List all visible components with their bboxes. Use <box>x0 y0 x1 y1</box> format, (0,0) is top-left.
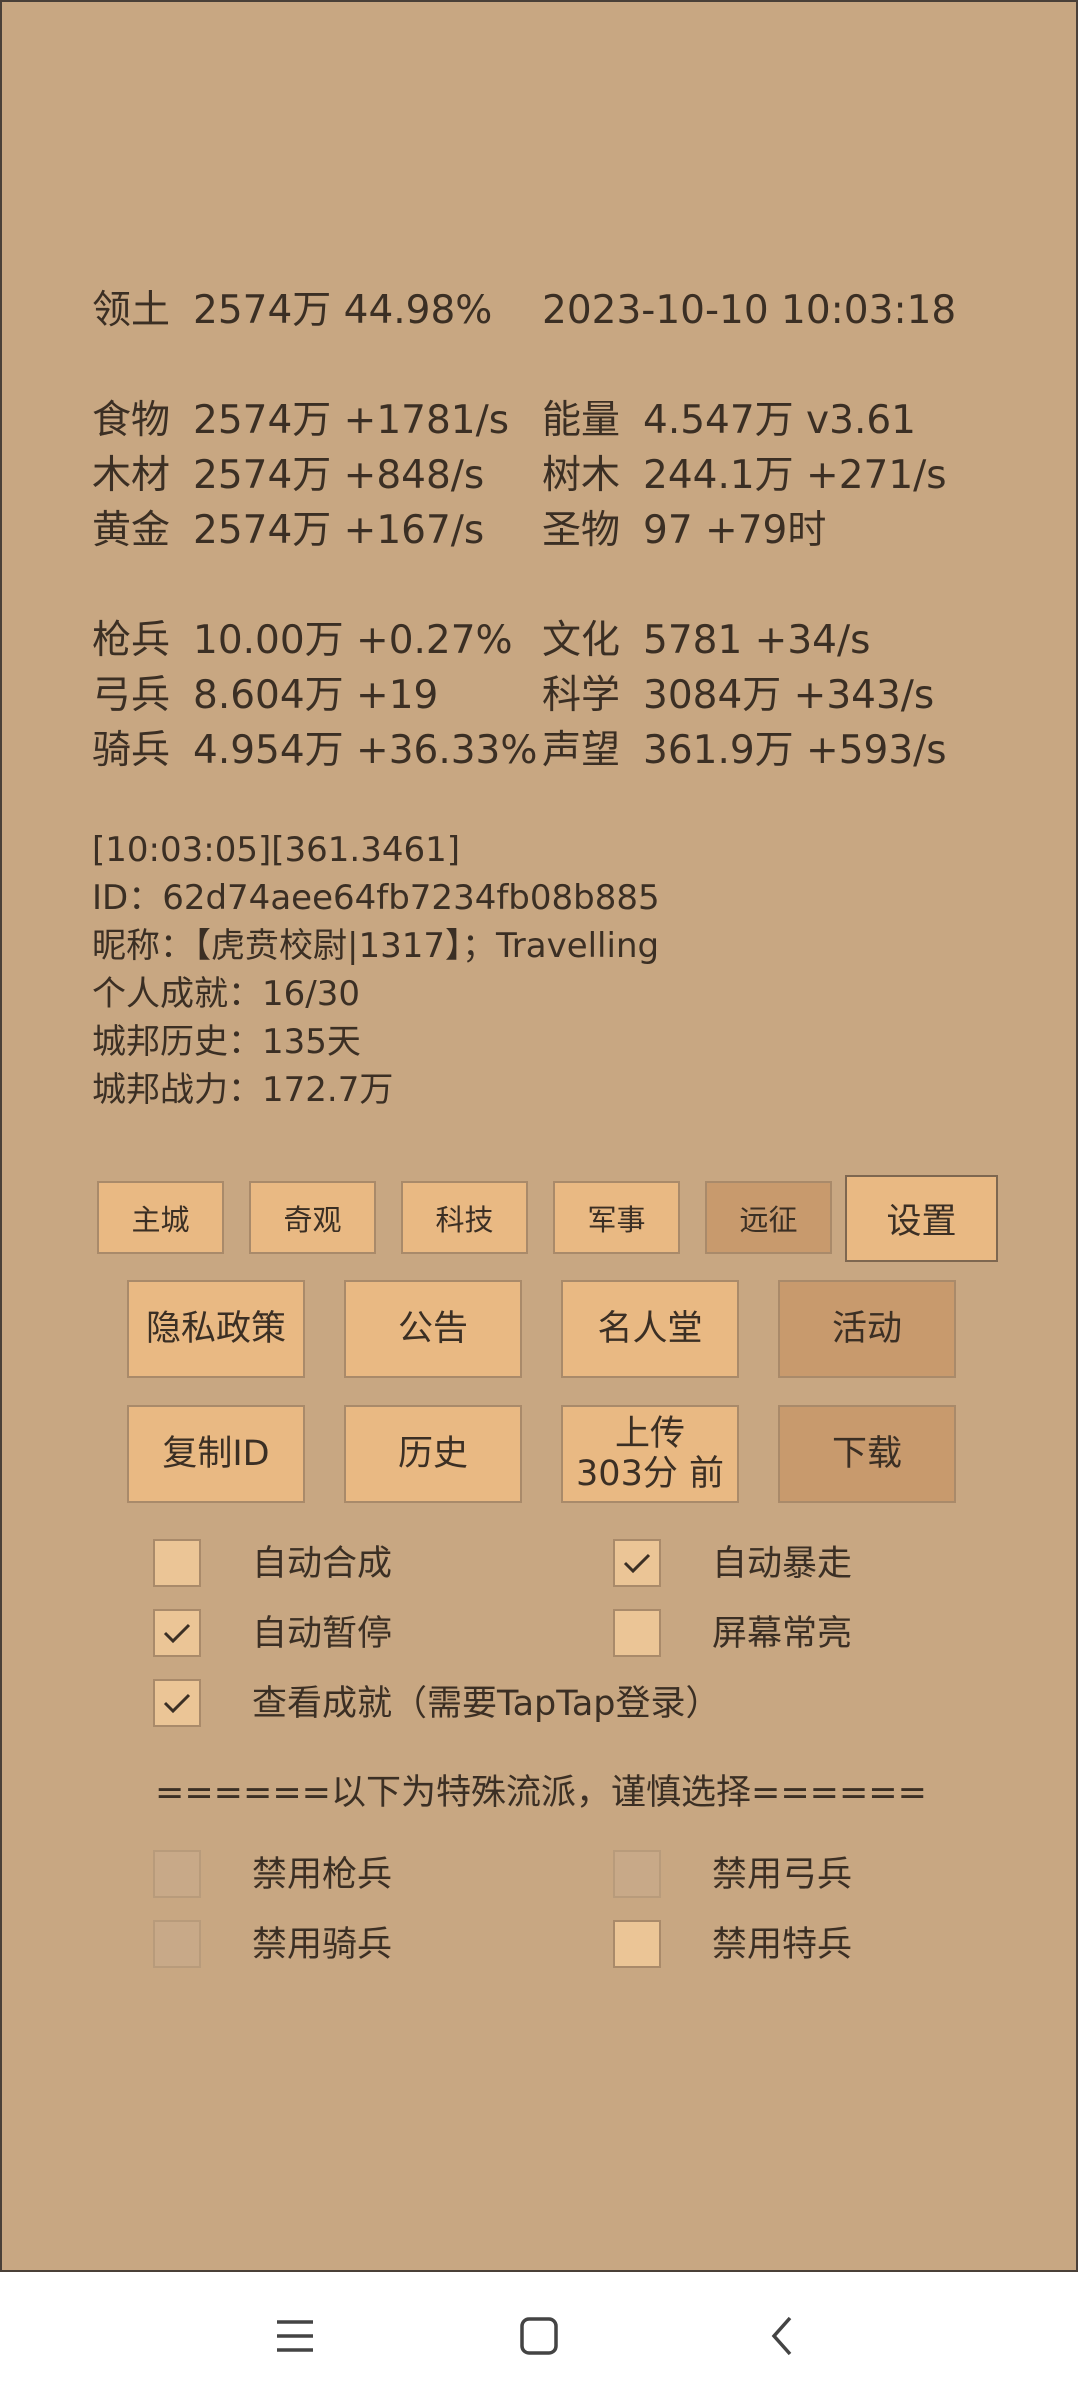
notice-button[interactable]: 公告 <box>344 1280 522 1378</box>
resource-label: 能量 <box>542 398 621 443</box>
menu-icon[interactable] <box>263 2304 327 2368</box>
nav-main-city-button[interactable]: 主城 <box>97 1181 224 1254</box>
upload-label: 上传 <box>614 1414 685 1454</box>
stat-label: 科学 <box>542 673 621 718</box>
disable-archer-checkbox <box>613 1850 661 1898</box>
nav-expedition-button[interactable]: 远征 <box>705 1181 832 1254</box>
resource-value: 4.547万 v3.61 <box>643 398 916 443</box>
player-nickname: 昵称：【虎贲校尉|1317】；Travelling <box>92 926 660 966</box>
log-line: [10:03:05][361.3461] <box>92 830 460 870</box>
disable-spear-checkbox <box>153 1850 201 1898</box>
home-square-icon[interactable] <box>507 2304 571 2368</box>
back-chevron-icon[interactable] <box>751 2304 815 2368</box>
troop-label: 弓兵 <box>92 673 171 718</box>
system-nav-bar <box>0 2274 1080 2400</box>
disable-cavalry-label: 禁用骑兵 <box>252 1925 393 1965</box>
city-power: 城邦战力：172.7万 <box>92 1070 394 1110</box>
troop-label: 枪兵 <box>92 618 171 663</box>
auto-pause-label: 自动暂停 <box>252 1614 393 1654</box>
resource-label: 黄金 <box>92 508 171 553</box>
screen-on-checkbox[interactable] <box>613 1609 661 1657</box>
nav-military-button[interactable]: 军事 <box>553 1181 680 1254</box>
stat-value: 3084万 +343/s <box>643 673 935 718</box>
disable-special-checkbox[interactable] <box>613 1920 661 1968</box>
option-auto-merge[interactable]: 自动合成 <box>153 1539 503 1589</box>
resource-label: 食物 <box>92 398 171 443</box>
city-history: 城邦历史：135天 <box>92 1022 361 1062</box>
nav-wonders-button[interactable]: 奇观 <box>249 1181 376 1254</box>
auto-merge-label: 自动合成 <box>252 1544 393 1584</box>
stat-value: 361.9万 +593/s <box>643 728 947 773</box>
option-disable-special[interactable]: 禁用特兵 <box>613 1920 963 1970</box>
resource-label: 木材 <box>92 453 171 498</box>
auto-merge-checkbox[interactable] <box>153 1539 201 1587</box>
nav-tech-button[interactable]: 科技 <box>401 1181 528 1254</box>
view-achievements-checkbox[interactable] <box>153 1679 201 1727</box>
option-disable-archer: 禁用弓兵 <box>613 1850 963 1900</box>
territory-label: 领土 <box>92 288 171 333</box>
auto-rampage-label: 自动暴走 <box>712 1544 853 1584</box>
checkmark-icon <box>163 1623 191 1644</box>
checkmark-icon <box>163 1693 191 1714</box>
option-auto-rampage[interactable]: 自动暴走 <box>613 1539 963 1589</box>
option-disable-cavalry: 禁用骑兵 <box>153 1920 503 1970</box>
special-warning-text: ======以下为特殊流派，谨慎选择====== <box>155 1773 927 1813</box>
resource-value: 2574万 +848/s <box>193 453 485 498</box>
download-button[interactable]: 下载 <box>778 1405 956 1503</box>
resource-value: 244.1万 +271/s <box>643 453 947 498</box>
checkmark-icon <box>623 1553 651 1574</box>
history-button[interactable]: 历史 <box>344 1405 522 1503</box>
player-id: ID：62d74aee64fb7234fb08b885 <box>92 878 660 918</box>
datetime-text: 2023-10-10 10:03:18 <box>542 288 957 333</box>
resource-label: 树木 <box>542 453 621 498</box>
view-achievements-label: 查看成就（需要TapTap登录） <box>252 1684 721 1724</box>
stat-label: 文化 <box>542 618 621 663</box>
auto-rampage-checkbox[interactable] <box>613 1539 661 1587</box>
events-button[interactable]: 活动 <box>778 1280 956 1378</box>
troop-value: 10.00万 +0.27% <box>193 618 513 663</box>
resource-label: 圣物 <box>542 508 621 553</box>
option-auto-pause[interactable]: 自动暂停 <box>153 1609 503 1659</box>
resource-value: 2574万 +1781/s <box>193 398 510 443</box>
game-panel: 领土 2574万 44.98% 2023-10-10 10:03:18 食物 2… <box>0 0 1078 2272</box>
resource-value: 97 +79时 <box>643 508 827 553</box>
hall-of-fame-button[interactable]: 名人堂 <box>561 1280 739 1378</box>
disable-archer-label: 禁用弓兵 <box>712 1855 853 1895</box>
upload-button[interactable]: 上传 303分 前 <box>561 1405 739 1503</box>
disable-cavalry-checkbox <box>153 1920 201 1968</box>
personal-achievements: 个人成就：16/30 <box>92 974 360 1014</box>
option-screen-on[interactable]: 屏幕常亮 <box>613 1609 963 1659</box>
auto-pause-checkbox[interactable] <box>153 1609 201 1657</box>
troop-label: 骑兵 <box>92 728 171 773</box>
disable-spear-label: 禁用枪兵 <box>252 1855 393 1895</box>
upload-time: 303分 前 <box>576 1454 724 1494</box>
troop-value: 4.954万 +36.33% <box>193 728 538 773</box>
stat-label: 声望 <box>542 728 621 773</box>
copy-id-button[interactable]: 复制ID <box>127 1405 305 1503</box>
troop-value: 8.604万 +19 <box>193 673 439 718</box>
stat-value: 5781 +34/s <box>643 618 871 663</box>
territory-value: 2574万 44.98% <box>193 288 493 333</box>
option-view-achievements[interactable]: 查看成就（需要TapTap登录） <box>153 1679 853 1729</box>
resource-value: 2574万 +167/s <box>193 508 485 553</box>
option-disable-spear: 禁用枪兵 <box>153 1850 503 1900</box>
privacy-policy-button[interactable]: 隐私政策 <box>127 1280 305 1378</box>
settings-button[interactable]: 设置 <box>845 1175 998 1262</box>
disable-special-label: 禁用特兵 <box>712 1925 853 1965</box>
screen-on-label: 屏幕常亮 <box>712 1614 853 1654</box>
